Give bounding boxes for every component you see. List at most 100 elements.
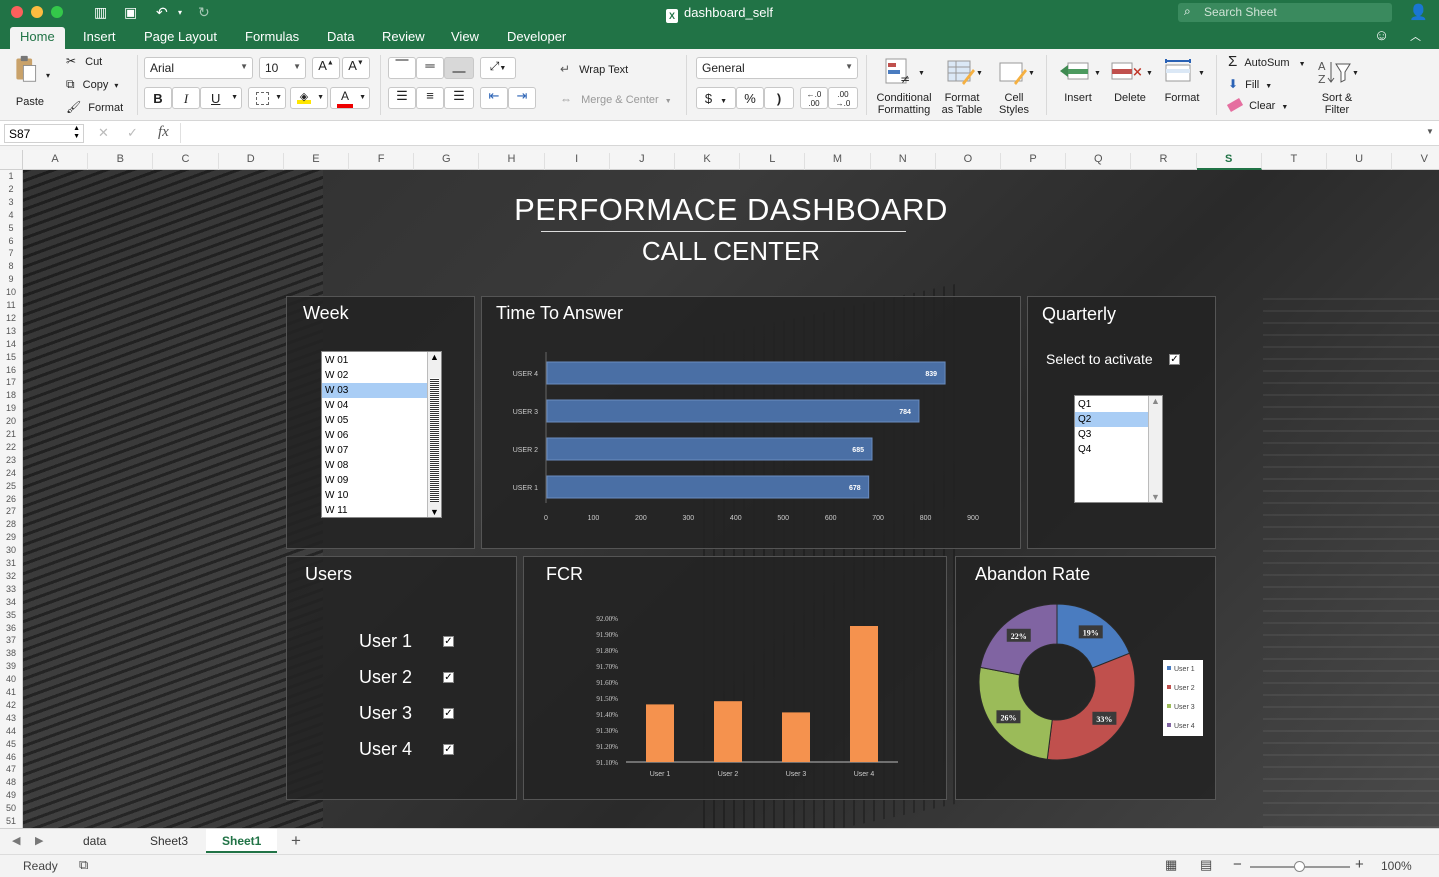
tab-developer[interactable]: Developer xyxy=(507,29,566,44)
row-header[interactable]: 22 xyxy=(0,442,22,452)
column-header[interactable]: S xyxy=(1196,153,1262,170)
font-name-dropdown[interactable]: Arial ▼ xyxy=(144,57,253,79)
week-listbox[interactable]: ▲ ▼ W 01 W 02 W 03 W 04 W 05 W 06 W 07 W 08 W 09… xyxy=(321,351,442,518)
copy-button[interactable]: ⧉ Copy ▾ xyxy=(66,77,118,92)
font-color-button[interactable]: A ▼ xyxy=(330,87,370,109)
cell-styles-button[interactable]: ▼ Cell Styles xyxy=(990,54,1038,116)
row-header[interactable]: 19 xyxy=(0,403,22,413)
quarter-listbox[interactable]: ▲ ▼ Q1 Q2 Q3 Q4 xyxy=(1074,395,1163,503)
tab-formulas[interactable]: Formulas xyxy=(245,29,299,44)
bold-button[interactable]: B xyxy=(144,87,172,109)
fill-color-button[interactable]: ◈ ▼ xyxy=(290,87,328,109)
orientation-button[interactable]: ⤢▼ xyxy=(480,57,516,79)
week-list-item[interactable]: W 02 xyxy=(322,368,427,383)
row-header[interactable]: 5 xyxy=(0,223,22,233)
row-header[interactable]: 44 xyxy=(0,726,22,736)
format-cells-button[interactable]: ▼ Format xyxy=(1158,54,1206,116)
week-list-item[interactable]: W 09 xyxy=(322,473,427,488)
scroll-track[interactable] xyxy=(430,378,439,502)
row-header[interactable]: 31 xyxy=(0,558,22,568)
row-header[interactable]: 20 xyxy=(0,416,22,426)
clear-button[interactable]: Clear ▼ xyxy=(1226,98,1288,112)
column-header[interactable]: G xyxy=(414,153,480,170)
number-format-dropdown[interactable]: General ▼ xyxy=(696,57,858,79)
name-box[interactable]: S87 ▲ ▼ xyxy=(4,124,84,143)
normal-view-icon[interactable]: ▦ xyxy=(1165,857,1177,873)
row-header[interactable]: 28 xyxy=(0,519,22,529)
row-header[interactable]: 17 xyxy=(0,377,22,387)
column-header[interactable]: O xyxy=(936,153,1001,170)
week-list-item[interactable]: W 06 xyxy=(322,428,427,443)
column-header[interactable]: K xyxy=(675,153,741,170)
week-list-item[interactable]: W 10 xyxy=(322,488,427,503)
week-list-item[interactable]: W 01 xyxy=(322,353,427,368)
week-list-item[interactable]: W 08 xyxy=(322,458,427,473)
week-list-item[interactable]: W 04 xyxy=(322,398,427,413)
quarter-scrollbar[interactable]: ▲ ▼ xyxy=(1148,396,1162,502)
week-list-item[interactable]: W 05 xyxy=(322,413,427,428)
scroll-up-icon[interactable]: ▲ xyxy=(1151,396,1160,406)
week-list-item[interactable]: W 03 xyxy=(322,383,427,398)
row-header[interactable]: 12 xyxy=(0,313,22,323)
tab-page-layout[interactable]: Page Layout xyxy=(144,29,217,44)
scroll-up-icon[interactable]: ▲ xyxy=(430,352,439,362)
column-header[interactable]: I xyxy=(545,153,610,170)
row-header[interactable]: 7 xyxy=(0,248,22,258)
row-header[interactable]: 41 xyxy=(0,687,22,697)
zoom-slider[interactable] xyxy=(1250,861,1350,872)
column-header[interactable]: R xyxy=(1131,153,1197,170)
column-header[interactable]: V xyxy=(1392,153,1439,170)
quarter-list-item[interactable]: Q1 xyxy=(1075,397,1148,412)
row-header[interactable]: 29 xyxy=(0,532,22,542)
currency-button[interactable]: $ ▼ xyxy=(696,87,736,109)
comma-style-button[interactable]: ) xyxy=(764,87,794,109)
increase-indent-button[interactable]: ⇥ xyxy=(508,87,536,109)
row-header[interactable]: 30 xyxy=(0,545,22,555)
select-all-corner[interactable] xyxy=(0,150,23,170)
search-sheet-input[interactable]: ⌕ Search Sheet xyxy=(1178,3,1392,22)
decrease-font-size-button[interactable]: A▼ xyxy=(342,57,370,79)
scroll-down-icon[interactable]: ▼ xyxy=(430,507,439,517)
row-header[interactable]: 43 xyxy=(0,713,22,723)
row-header[interactable]: 40 xyxy=(0,674,22,684)
format-painter-button[interactable]: 🖌 Format xyxy=(66,100,123,114)
align-left-button[interactable]: ☰ xyxy=(388,87,416,109)
tab-view[interactable]: View xyxy=(451,29,479,44)
column-header[interactable]: P xyxy=(1001,153,1067,170)
row-header[interactable]: 36 xyxy=(0,623,22,633)
delete-cells-button[interactable]: × ▼ Delete xyxy=(1106,54,1154,116)
column-header[interactable]: D xyxy=(219,153,284,170)
align-center-button[interactable]: ≡ xyxy=(416,87,444,109)
formula-input[interactable] xyxy=(180,123,1420,143)
row-header[interactable]: 18 xyxy=(0,390,22,400)
row-header[interactable]: 46 xyxy=(0,752,22,762)
row-header[interactable]: 24 xyxy=(0,468,22,478)
merge-center-button[interactable]: ⇔ Merge & Center ▼ xyxy=(560,92,672,106)
row-header[interactable]: 4 xyxy=(0,210,22,220)
row-header[interactable]: 26 xyxy=(0,494,22,504)
row-header[interactable]: 2 xyxy=(0,184,22,194)
smiley-feedback-icon[interactable]: ☺ xyxy=(1374,27,1389,44)
column-header[interactable]: F xyxy=(349,153,415,170)
column-header[interactable]: Q xyxy=(1066,153,1132,170)
row-header[interactable]: 49 xyxy=(0,790,22,800)
row-header[interactable]: 33 xyxy=(0,584,22,594)
align-middle-button[interactable]: ═ xyxy=(416,57,444,79)
expand-formula-bar-icon[interactable]: ▼ xyxy=(1426,127,1434,136)
row-header[interactable]: 6 xyxy=(0,236,22,246)
italic-button[interactable]: I xyxy=(172,87,200,109)
quarter-list-item[interactable]: Q3 xyxy=(1075,427,1148,442)
row-header[interactable]: 21 xyxy=(0,429,22,439)
week-list-item[interactable]: W 07 xyxy=(322,443,427,458)
cancel-icon[interactable]: ✕ xyxy=(98,125,109,141)
row-header[interactable]: 25 xyxy=(0,481,22,491)
row-header[interactable]: 47 xyxy=(0,764,22,774)
cut-button[interactable]: ✂ Cut xyxy=(66,54,102,68)
column-header[interactable]: A xyxy=(23,153,89,170)
macro-record-icon[interactable]: ⧉ xyxy=(79,857,88,873)
row-header[interactable]: 32 xyxy=(0,571,22,581)
column-header[interactable]: J xyxy=(610,153,675,170)
row-header[interactable]: 3 xyxy=(0,197,22,207)
row-header[interactable]: 10 xyxy=(0,287,22,297)
quarter-list-item[interactable]: Q2 xyxy=(1075,412,1148,427)
